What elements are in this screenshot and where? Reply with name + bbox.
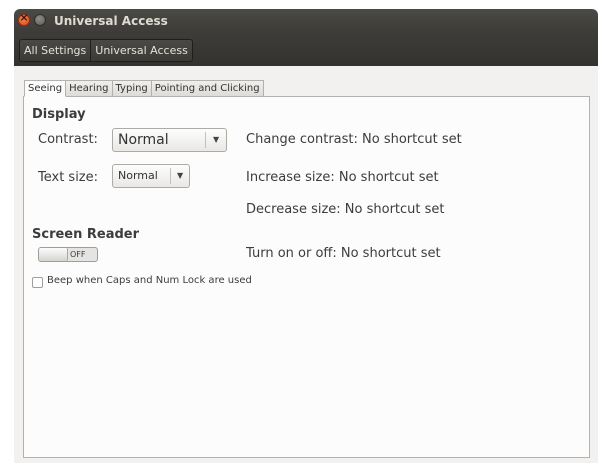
- screen-reader-toggle[interactable]: OFF: [38, 247, 98, 262]
- content-area: Seeing Hearing Typing Pointing and Click…: [14, 66, 598, 463]
- tab-pointing-and-clicking[interactable]: Pointing and Clicking: [151, 80, 264, 97]
- text-size-value: Normal: [118, 169, 158, 182]
- contrast-combo[interactable]: Normal ▼: [112, 128, 227, 152]
- screen-reader-shortcut[interactable]: Turn on or off: No shortcut set: [246, 246, 441, 261]
- tab-seeing[interactable]: Seeing: [24, 80, 67, 97]
- contrast-shortcut[interactable]: Change contrast: No shortcut set: [246, 132, 462, 147]
- title-bar: Universal Access: [14, 9, 598, 34]
- close-window-icon[interactable]: [18, 11, 30, 26]
- toggle-knob: [39, 248, 68, 261]
- chevron-down-icon: ▼: [177, 171, 184, 180]
- toolbar: All Settings Universal Access: [14, 34, 598, 66]
- toggle-state: OFF: [70, 250, 86, 259]
- tab-bar: Seeing Hearing Typing Pointing and Click…: [24, 80, 264, 97]
- breadcrumb-universal-access[interactable]: Universal Access: [90, 40, 192, 61]
- text-size-label: Text size:: [38, 170, 99, 185]
- breadcrumb: All Settings Universal Access: [19, 39, 193, 62]
- beep-label: Beep when Caps and Num Lock are used: [47, 275, 252, 286]
- display-heading: Display: [32, 107, 86, 122]
- tab-hearing[interactable]: Hearing: [66, 80, 113, 97]
- window-title: Universal Access: [54, 14, 168, 28]
- universal-access-window: Universal Access All Settings Universal …: [0, 0, 600, 463]
- screen-reader-heading: Screen Reader: [32, 227, 140, 242]
- contrast-label: Contrast:: [38, 132, 98, 147]
- chevron-down-icon: ▼: [213, 135, 220, 144]
- minimize-window-icon[interactable]: [34, 14, 46, 26]
- text-size-combo[interactable]: Normal ▼: [112, 164, 190, 188]
- tab-typing[interactable]: Typing: [112, 80, 152, 97]
- decrease-size-shortcut[interactable]: Decrease size: No shortcut set: [246, 202, 445, 217]
- seeing-panel: Display Contrast: Normal ▼ Change contra…: [23, 96, 590, 458]
- contrast-value: Normal: [118, 132, 169, 148]
- breadcrumb-all-settings[interactable]: All Settings: [20, 40, 90, 61]
- beep-checkbox[interactable]: [32, 277, 43, 288]
- increase-size-shortcut[interactable]: Increase size: No shortcut set: [246, 170, 439, 185]
